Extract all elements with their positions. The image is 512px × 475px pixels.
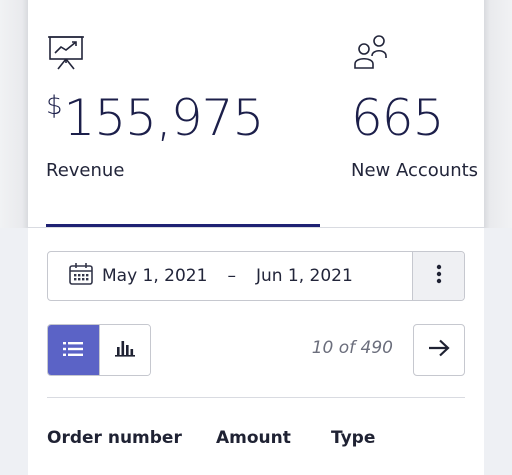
list-icon [63,341,84,360]
date-range-end: Jun 1, 2021 [255,266,353,286]
view-toggle [47,324,151,376]
accounts-label: New Accounts [351,160,479,181]
pagination-count: 10 of 490 [311,338,393,358]
revenue-label: Revenue [46,160,125,181]
revenue-value: $155,975 [46,88,265,148]
arrow-right-icon [428,339,450,361]
calendar-icon [68,262,94,291]
revenue-currency: $ [46,91,63,121]
accounts-value: 665 [351,89,444,147]
column-header-order-number[interactable]: Order number [47,428,182,448]
column-header-type[interactable]: Type [331,428,375,448]
table-header: Order number Amount Type [47,428,465,452]
date-range-picker[interactable]: May 1, 2021 – Jun 1, 2021 [47,251,465,301]
users-icon [351,34,391,74]
presentation-chart-icon [46,34,86,74]
divider [47,397,465,398]
chart-view-button[interactable] [98,325,150,375]
date-range-start: May 1, 2021 [102,266,208,286]
list-view-button[interactable] [48,325,99,375]
kpi-revenue-tile[interactable]: $155,975 Revenue [46,0,326,228]
more-vertical-icon [436,264,442,288]
column-header-amount[interactable]: Amount [216,428,291,448]
dashboard-card: $155,975 Revenue 665 New Accounts May 1,… [28,0,484,475]
date-range-field[interactable]: May 1, 2021 – Jun 1, 2021 [48,252,412,300]
date-range-separator: – [227,266,236,286]
kpi-carousel[interactable]: $155,975 Revenue 665 New Accounts [40,0,484,228]
kpi-accounts-tile[interactable]: 665 New Accounts [351,0,484,228]
next-page-button[interactable] [413,324,465,376]
date-range-more-button[interactable] [412,252,464,300]
page-gutter-left [0,228,28,475]
revenue-amount: 155,975 [63,89,265,147]
bar-chart-icon [114,339,135,361]
divider [28,227,484,228]
page-gutter-right [484,228,512,475]
